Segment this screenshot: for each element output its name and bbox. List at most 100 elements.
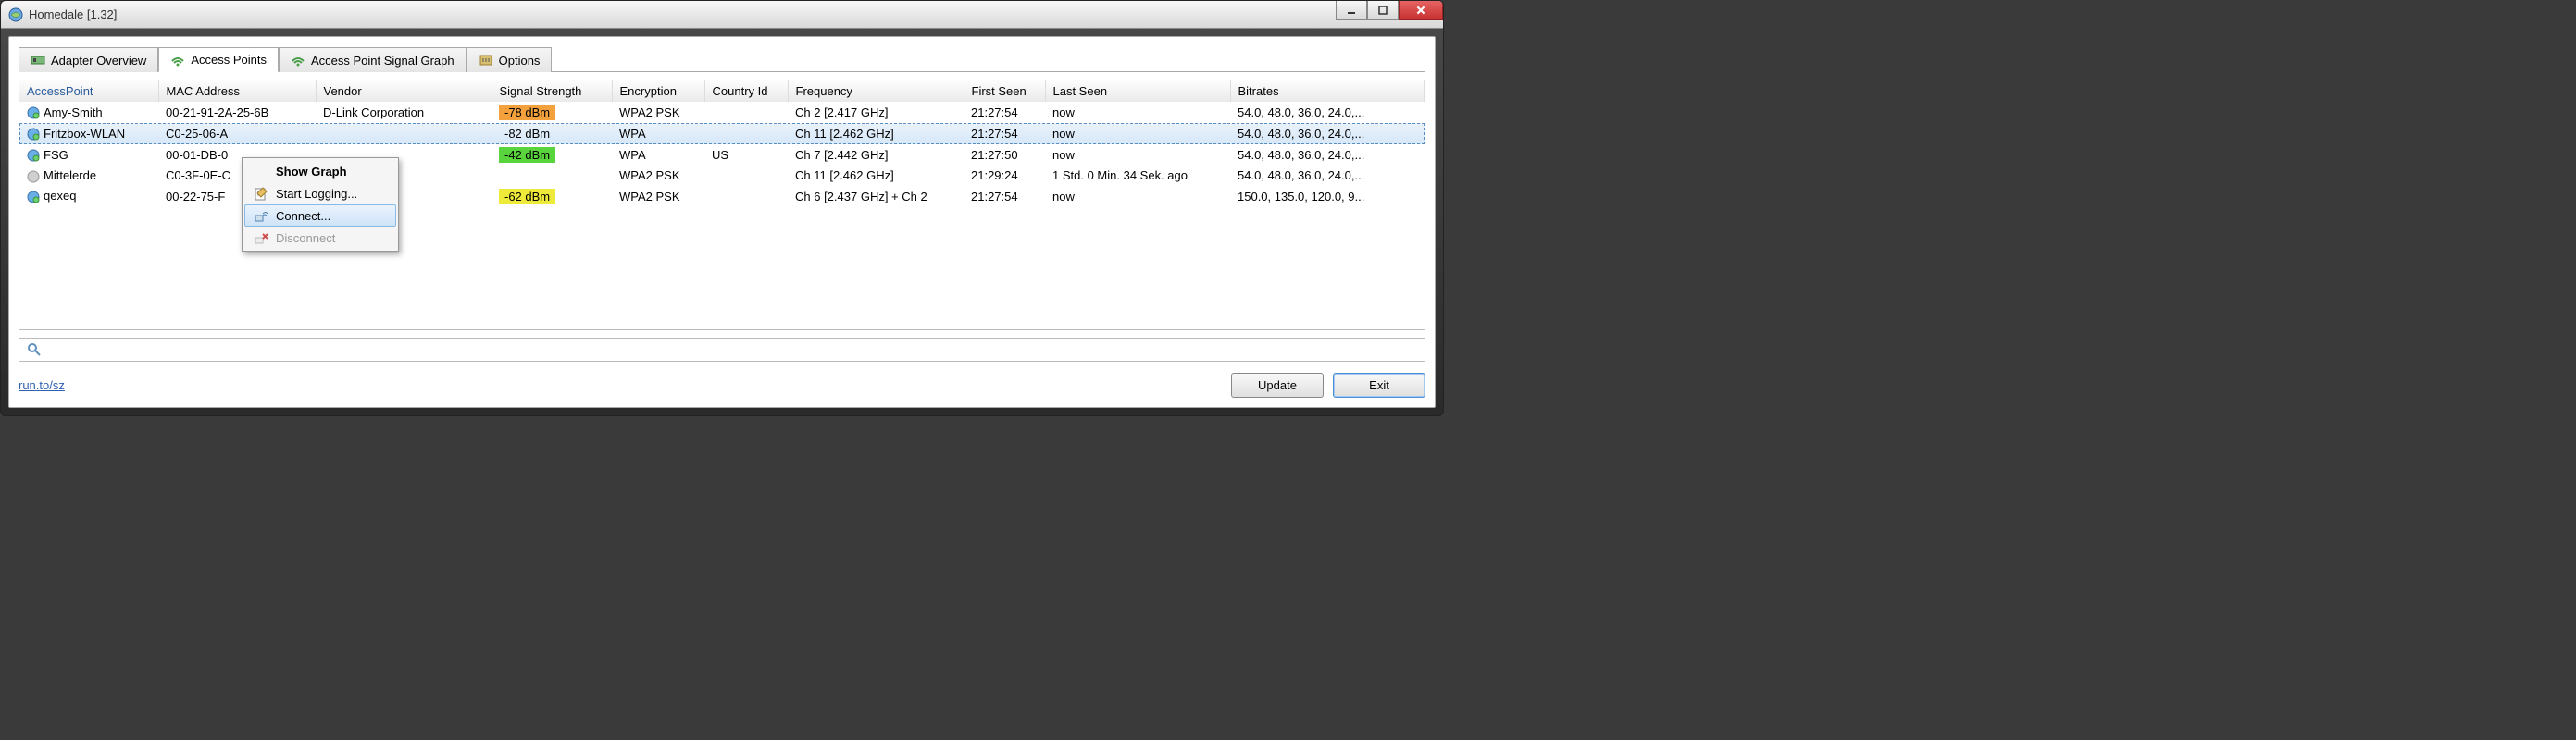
maximize-button[interactable] <box>1367 0 1399 20</box>
column-header-encryption[interactable]: Encryption <box>612 80 704 102</box>
ap-name: FSG <box>44 148 68 162</box>
graph-icon <box>254 164 268 179</box>
column-header-vendor[interactable]: Vendor <box>316 80 492 102</box>
context-item-label: Disconnect <box>276 231 335 245</box>
cell-bitrates: 54.0, 48.0, 36.0, 24.0,... <box>1230 123 1425 144</box>
cell-signal: -78 dBm <box>492 102 612 123</box>
minimize-button[interactable] <box>1336 0 1367 20</box>
cell-firstseen: 21:27:54 <box>964 123 1045 144</box>
column-header-firstseen[interactable]: First Seen <box>964 80 1045 102</box>
cell-bitrates: 150.0, 135.0, 120.0, 9... <box>1230 186 1425 207</box>
connect-icon <box>254 208 268 223</box>
column-header-signal[interactable]: Signal Strength <box>492 80 612 102</box>
cell-frequency: Ch 11 [2.462 GHz] <box>788 166 964 186</box>
window-controls <box>1336 1 1443 28</box>
tab-label: Options <box>499 54 541 68</box>
tab-access-points[interactable]: Access Points <box>158 47 279 72</box>
cell-country <box>704 166 788 186</box>
cell-lastseen: now <box>1045 144 1230 166</box>
cell-mac: C0-25-06-A <box>158 123 316 144</box>
adapter-icon <box>31 54 45 67</box>
cell-lastseen: 1 Std. 0 Min. 34 Sek. ago <box>1045 166 1230 186</box>
cell-vendor: D-Link Corporation <box>316 102 492 123</box>
exit-button[interactable]: Exit <box>1333 373 1425 398</box>
options-icon <box>479 54 493 67</box>
tab-label: Access Point Signal Graph <box>311 54 454 68</box>
app-icon <box>8 7 23 22</box>
cell-accesspoint: Amy-Smith <box>19 102 158 123</box>
context-disconnect: Disconnect <box>244 227 396 249</box>
column-header-frequency[interactable]: Frequency <box>788 80 964 102</box>
cell-bitrates: 54.0, 48.0, 36.0, 24.0,... <box>1230 102 1425 123</box>
cell-frequency: Ch 2 [2.417 GHz] <box>788 102 964 123</box>
cell-bitrates: 54.0, 48.0, 36.0, 24.0,... <box>1230 144 1425 166</box>
search-box[interactable] <box>19 338 1425 362</box>
cell-country <box>704 186 788 207</box>
close-button[interactable] <box>1399 0 1443 20</box>
tab-adapter-overview[interactable]: Adapter Overview <box>19 47 158 72</box>
cell-lastseen: now <box>1045 186 1230 207</box>
cell-encryption: WPA2 PSK <box>612 166 704 186</box>
cell-signal: -62 dBm <box>492 186 612 207</box>
table-row[interactable]: Amy-Smith00-21-91-2A-25-6BD-Link Corpora… <box>19 102 1425 123</box>
cell-signal: -42 dBm <box>492 144 612 166</box>
tab-label: Access Points <box>191 53 267 67</box>
context-show-graph[interactable]: Show Graph <box>244 160 396 182</box>
logging-icon <box>254 186 268 201</box>
cell-encryption: WPA2 PSK <box>612 186 704 207</box>
cell-country <box>704 102 788 123</box>
cell-frequency: Ch 6 [2.437 GHz] + Ch 2 <box>788 186 964 207</box>
cell-signal: -82 dBm <box>492 123 612 144</box>
context-connect[interactable]: Connect... <box>244 204 396 227</box>
table-row[interactable]: MittelerdeC0-3F-0E-CWPA2 PSKCh 11 [2.462… <box>19 166 1425 186</box>
cell-accesspoint: Fritzbox-WLAN <box>19 123 158 144</box>
cell-firstseen: 21:29:24 <box>964 166 1045 186</box>
ap-name: Fritzbox-WLAN <box>44 127 125 141</box>
tab-signal-graph[interactable]: Access Point Signal Graph <box>279 47 467 72</box>
cell-accesspoint: Mittelerde <box>19 166 158 186</box>
table-header-row: AccessPoint MAC Address Vendor Signal St… <box>19 80 1425 102</box>
context-menu: Show Graph Start Logging... Connect... D… <box>242 157 399 252</box>
disconnect-icon <box>254 230 268 245</box>
wifi-icon <box>170 54 185 67</box>
window-title: Homedale [1.32] <box>29 7 1336 21</box>
cell-encryption: WPA2 PSK <box>612 102 704 123</box>
app-window: Homedale [1.32] Adapter Overview Access … <box>0 0 1444 416</box>
context-start-logging[interactable]: Start Logging... <box>244 182 396 204</box>
cell-encryption: WPA <box>612 144 704 166</box>
cell-accesspoint: FSG <box>19 144 158 166</box>
cell-encryption: WPA <box>612 123 704 144</box>
wifi-icon <box>291 54 305 67</box>
titlebar[interactable]: Homedale [1.32] <box>1 1 1443 29</box>
content-area: Adapter Overview Access Points Access Po… <box>8 36 1436 408</box>
column-header-mac[interactable]: MAC Address <box>158 80 316 102</box>
cell-lastseen: now <box>1045 123 1230 144</box>
cell-firstseen: 21:27:50 <box>964 144 1045 166</box>
cell-country <box>704 123 788 144</box>
context-item-label: Start Logging... <box>276 187 357 201</box>
cell-accesspoint: qexeq <box>19 186 158 207</box>
cell-country: US <box>704 144 788 166</box>
column-header-lastseen[interactable]: Last Seen <box>1045 80 1230 102</box>
tab-bar: Adapter Overview Access Points Access Po… <box>19 46 1425 72</box>
cell-mac: 00-21-91-2A-25-6B <box>158 102 316 123</box>
tab-options[interactable]: Options <box>467 47 553 72</box>
cell-signal <box>492 166 612 186</box>
context-item-label: Connect... <box>276 209 330 223</box>
cell-vendor <box>316 123 492 144</box>
column-header-country[interactable]: Country Id <box>704 80 788 102</box>
column-header-accesspoint[interactable]: AccessPoint <box>19 80 158 102</box>
bottom-bar: run.to/sz Update Exit <box>19 373 1425 398</box>
table-row[interactable]: qexeq00-22-75-Fational, Inc.-62 dBmWPA2 … <box>19 186 1425 207</box>
table-row[interactable]: FSG00-01-DB-0-42 dBmWPAUSCh 7 [2.442 GHz… <box>19 144 1425 166</box>
ap-name: Mittelerde <box>44 168 96 182</box>
tab-label: Adapter Overview <box>51 54 146 68</box>
table-row[interactable]: Fritzbox-WLANC0-25-06-A-82 dBmWPACh 11 [… <box>19 123 1425 144</box>
website-link[interactable]: run.to/sz <box>19 378 65 392</box>
cell-bitrates: 54.0, 48.0, 36.0, 24.0,... <box>1230 166 1425 186</box>
cell-frequency: Ch 7 [2.442 GHz] <box>788 144 964 166</box>
ap-name: qexeq <box>44 189 76 203</box>
update-button[interactable]: Update <box>1231 373 1324 398</box>
column-header-bitrates[interactable]: Bitrates <box>1230 80 1425 102</box>
context-item-label: Show Graph <box>276 165 347 179</box>
